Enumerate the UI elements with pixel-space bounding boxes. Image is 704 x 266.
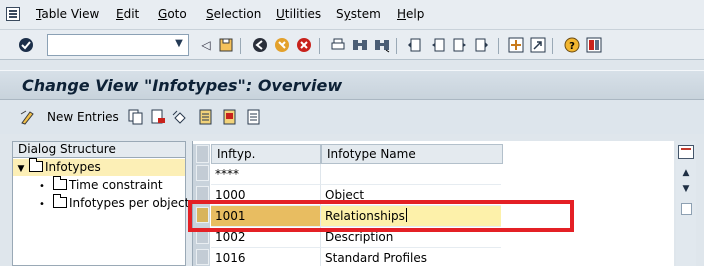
scroll-up-icon[interactable]: ▲ [678, 167, 694, 179]
standard-toolbar: ▼ ◁ ? [0, 30, 704, 60]
tree-item-infotypes[interactable]: ▼ Infotypes [13, 158, 185, 178]
new-entries-button[interactable]: New Entries [47, 110, 119, 124]
table-settings-icon[interactable] [678, 145, 694, 159]
scroll-down-icon[interactable]: ▼ [678, 183, 694, 195]
row-select-button[interactable] [196, 249, 209, 265]
menu-selection[interactable]: Selection [206, 7, 261, 21]
infotype-name-cell[interactable] [321, 164, 501, 185]
print-icon[interactable] [330, 37, 346, 53]
tree-item-infotypes-per-object[interactable]: • Infotypes per object [39, 194, 190, 212]
customize-layout-icon[interactable] [586, 37, 602, 53]
menu-help[interactable]: Help [397, 7, 424, 21]
tree-item-time-constraint[interactable]: • Time constraint [39, 176, 163, 194]
toolbar-separator [498, 38, 499, 54]
menu-utilities[interactable]: Utilities [276, 7, 321, 21]
menu-system[interactable]: System [336, 7, 381, 21]
shortcut-icon[interactable] [530, 37, 546, 53]
toolbar-separator [396, 38, 397, 54]
column-header-inftyp[interactable]: Inftyp. [211, 144, 321, 164]
folder-icon [53, 176, 67, 190]
copy-as-icon[interactable] [128, 109, 144, 125]
scroll-thumb[interactable] [681, 203, 692, 215]
dialog-structure-header: Dialog Structure [13, 142, 185, 158]
infotype-cell[interactable]: 1016 [211, 248, 321, 266]
next-page-icon[interactable] [452, 37, 468, 53]
highlight-annotation [188, 200, 574, 232]
back-green-icon[interactable] [252, 37, 268, 53]
create-session-icon[interactable] [508, 37, 524, 53]
undo-change-icon[interactable] [172, 109, 188, 125]
menu-edit[interactable]: Edit [116, 7, 139, 21]
find-icon[interactable] [352, 37, 368, 53]
row-select-button[interactable] [196, 165, 209, 181]
folder-icon [53, 194, 67, 208]
prev-page-icon[interactable] [430, 37, 446, 53]
last-page-icon[interactable] [474, 37, 490, 53]
sap-menu-icon[interactable] [6, 7, 20, 21]
first-page-icon[interactable] [406, 37, 422, 53]
tree-item-label: Infotypes [45, 160, 101, 174]
display-change-icon[interactable] [20, 109, 36, 125]
chevron-down-icon[interactable]: ▼ [172, 36, 186, 52]
bullet-icon: • [39, 181, 45, 192]
tree-item-label: Infotypes per object [69, 196, 190, 210]
cancel-icon[interactable] [296, 37, 312, 53]
command-field[interactable] [47, 34, 189, 56]
page-title: Change View "Infotypes": Overview [22, 76, 343, 95]
deselect-all-icon[interactable] [246, 109, 262, 125]
menu-bar: Table View Edit Goto Selection Utilities… [0, 0, 704, 30]
select-all-icon[interactable] [198, 109, 214, 125]
application-toolbar: New Entries [0, 100, 704, 134]
select-all-rows-button[interactable] [196, 145, 209, 163]
collapse-icon[interactable]: ▼ [13, 161, 29, 178]
infotype-cell[interactable]: **** [211, 164, 321, 185]
tree-item-label: Time constraint [69, 178, 163, 192]
back-icon[interactable]: ◁ [198, 37, 214, 53]
column-header-infotype-name[interactable]: Infotype Name [321, 144, 503, 164]
toolbar-separator [552, 38, 553, 54]
toolbar-separator [319, 38, 320, 54]
folder-open-icon [29, 158, 43, 172]
exit-icon[interactable] [274, 37, 290, 53]
infotype-name-cell[interactable]: Standard Profiles [321, 248, 501, 266]
menu-goto[interactable]: Goto [158, 7, 187, 21]
title-bar: Change View "Infotypes": Overview [0, 70, 704, 100]
dialog-structure-panel: Dialog Structure ▼ Infotypes • Time constr… [12, 141, 190, 266]
select-block-icon[interactable] [222, 109, 238, 125]
delete-icon[interactable] [150, 109, 166, 125]
bullet-icon: • [39, 199, 45, 210]
save-icon[interactable] [218, 37, 234, 53]
enter-icon[interactable] [18, 37, 34, 53]
help-icon[interactable]: ? [564, 37, 580, 53]
svg-text:?: ? [569, 41, 575, 52]
find-next-icon[interactable] [374, 37, 390, 53]
toolbar-separator [240, 38, 241, 54]
vertical-scrollbar[interactable]: ▲ ▼ [676, 141, 696, 266]
menu-table-view[interactable]: Table View [36, 7, 99, 21]
